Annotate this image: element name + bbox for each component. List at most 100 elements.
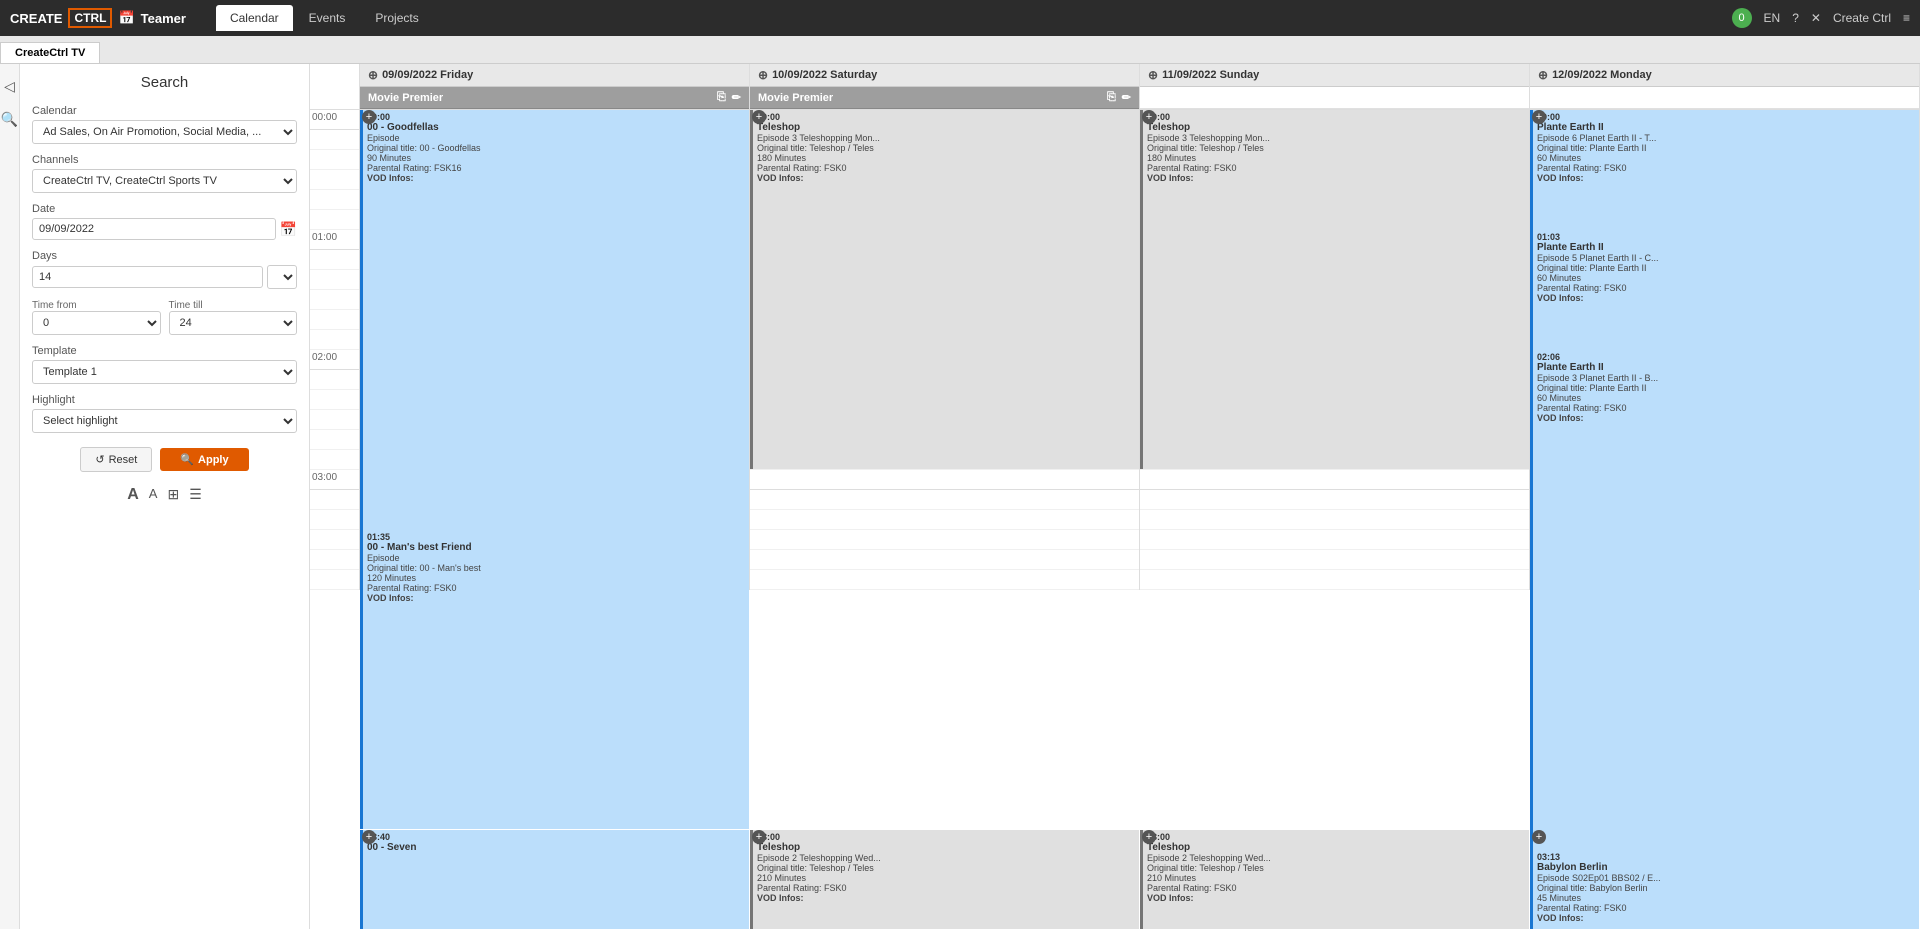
notification-badge[interactable]: 0 [1732, 8, 1752, 28]
banner-copy-icon-sat[interactable]: ⎘ [1107, 91, 1116, 104]
event-type: Episode [367, 133, 745, 143]
time-slot [310, 130, 359, 150]
calendar-event[interactable]: 02:06Plante Earth IIEpisode 3 Planet Ear… [1530, 350, 1919, 469]
time-slot [310, 570, 359, 590]
event-orig: Original title: Plante Earth II [1537, 143, 1915, 153]
menu-icon[interactable]: ≡ [1903, 11, 1910, 25]
calendar-date-icon[interactable]: 📅 [280, 221, 297, 238]
reset-button[interactable]: ↺ Reset [80, 447, 152, 472]
event-vod: VOD Infos: [1537, 913, 1915, 923]
time-till-select[interactable]: 24 [169, 311, 298, 335]
add-program-icon[interactable]: + [1142, 830, 1156, 844]
event-vod: VOD Infos: [367, 173, 745, 183]
calendar-event[interactable]: 01:03Plante Earth IIEpisode 5 Planet Ear… [1530, 230, 1919, 349]
sidebar-title: Search [32, 74, 297, 91]
days-input[interactable] [32, 266, 263, 288]
day-col-sunday: ⊕ 11/09/2022 Sunday [1140, 64, 1530, 109]
top-nav: CREATE CTRL 📅 Teamer Calendar Events Pro… [0, 0, 1920, 36]
template-select[interactable]: Template 1 [32, 360, 297, 384]
calendar-event[interactable]: 00:00TeleshopEpisode 3 Teleshopping Mon.… [750, 110, 1139, 469]
add-event-saturday[interactable]: ⊕ [758, 68, 768, 82]
day-col-friday: ⊕ 09/09/2022 Friday Movie Premier ⎘ ✏ [360, 64, 750, 109]
add-program-icon[interactable]: + [362, 830, 376, 844]
list-view-icon[interactable]: ☰ [189, 486, 202, 504]
font-small-icon[interactable]: A [149, 486, 158, 504]
add-program-icon[interactable]: + [1532, 830, 1546, 844]
help-icon[interactable]: ? [1792, 11, 1799, 25]
date-input[interactable] [32, 218, 276, 240]
time-slot [310, 270, 359, 290]
time-from-select[interactable]: 0 [32, 311, 161, 335]
grid-view-icon[interactable]: ⊞ [167, 486, 179, 504]
add-event-monday[interactable]: ⊕ [1538, 68, 1548, 82]
event-orig: Original title: Teleshop / Teles [757, 863, 1135, 873]
calendar-event[interactable]: 03:13Babylon BerlinEpisode S02Ep01 BBS02… [1530, 850, 1919, 929]
close-icon[interactable]: ✕ [1811, 11, 1821, 25]
time-slot [310, 310, 359, 330]
channel-tabs: CreateCtrl TV [0, 36, 1920, 64]
slot-row [750, 550, 1139, 570]
font-large-icon[interactable]: A [127, 486, 139, 504]
channels-select[interactable]: CreateCtrl TV, CreateCtrl Sports TV [32, 169, 297, 193]
banner-friday: Movie Premier ⎘ ✏ [360, 87, 749, 109]
event-title: Plante Earth II [1537, 242, 1915, 253]
search-icon[interactable]: 🔍 [0, 107, 22, 132]
user-menu[interactable]: Create Ctrl [1833, 11, 1891, 25]
add-event-sunday[interactable]: ⊕ [1148, 68, 1158, 82]
event-rating: Parental Rating: FSK0 [1147, 883, 1525, 893]
slot-row [750, 570, 1139, 590]
event-orig: Original title: Plante Earth II [1537, 383, 1915, 393]
day-grid-col-0: 00:0000 - GoodfellasEpisodeOriginal titl… [360, 110, 750, 590]
date-section: Date 📅 [32, 203, 297, 240]
banner-edit-icon[interactable]: ✏ [732, 91, 741, 104]
calendar-event[interactable]: 03:00TeleshopEpisode 2 Teleshopping Wed.… [1140, 830, 1529, 929]
calendar-event[interactable]: 01:3500 - Man's best FriendEpisodeOrigin… [360, 530, 749, 829]
collapse-icon[interactable]: ◁ [0, 74, 19, 99]
add-program-icon[interactable]: + [1142, 110, 1156, 124]
lang-selector[interactable]: EN [1764, 11, 1781, 25]
add-program-icon[interactable]: + [362, 110, 376, 124]
event-vod: VOD Infos: [1147, 173, 1525, 183]
add-program-icon[interactable]: + [1532, 110, 1546, 124]
event-duration: 180 Minutes [757, 153, 1135, 163]
day-header-monday: ⊕ 12/09/2022 Monday [1530, 64, 1919, 87]
time-slot: 01:00 [310, 230, 359, 250]
tab-events[interactable]: Events [295, 5, 360, 31]
event-type: Episode 2 Teleshopping Wed... [1147, 853, 1525, 863]
event-time: 03:13 [1537, 852, 1915, 862]
event-orig: Original title: Teleshop / Teles [1147, 863, 1525, 873]
event-duration: 60 Minutes [1537, 393, 1915, 403]
calendar-select[interactable]: Ad Sales, On Air Promotion, Social Media… [32, 120, 297, 144]
slot-row [750, 470, 1139, 490]
event-rating: Parental Rating: FSK0 [1147, 163, 1525, 173]
event-type: Episode 2 Teleshopping Wed... [757, 853, 1135, 863]
time-slot [310, 510, 359, 530]
event-type: Episode 6 Planet Earth II - T... [1537, 133, 1915, 143]
event-orig: Original title: Plante Earth II [1537, 263, 1915, 273]
add-program-icon[interactable]: + [752, 110, 766, 124]
tab-calendar[interactable]: Calendar [216, 5, 293, 31]
add-event-friday[interactable]: ⊕ [368, 68, 378, 82]
time-slot [310, 450, 359, 470]
banner-copy-icon[interactable]: ⎘ [717, 91, 726, 104]
event-rating: Parental Rating: FSK16 [367, 163, 745, 173]
calendar-event[interactable]: 00:00TeleshopEpisode 3 Teleshopping Mon.… [1140, 110, 1529, 469]
event-type: Episode 3 Teleshopping Mon... [757, 133, 1135, 143]
tab-projects[interactable]: Projects [361, 5, 432, 31]
event-time: 02:06 [1537, 352, 1915, 362]
event-orig: Original title: Teleshop / Teles [757, 143, 1135, 153]
add-program-icon[interactable]: + [752, 830, 766, 844]
days-select[interactable] [267, 265, 297, 289]
event-time: 03:00 [1147, 832, 1525, 842]
apply-button[interactable]: 🔍 Apply [160, 448, 248, 471]
channel-tab-createctrl-tv[interactable]: CreateCtrl TV [0, 42, 100, 63]
calendar-icon: 📅 [118, 10, 134, 26]
day-header-friday: ⊕ 09/09/2022 Friday [360, 64, 749, 87]
calendar-event[interactable]: 03:4000 - Seven [360, 830, 749, 929]
event-time: 01:35 [367, 532, 745, 542]
event-type: Episode 3 Teleshopping Mon... [1147, 133, 1525, 143]
time-slot [310, 490, 359, 510]
calendar-event[interactable]: 03:00TeleshopEpisode 2 Teleshopping Wed.… [750, 830, 1139, 929]
highlight-select[interactable]: Select highlight [32, 409, 297, 433]
banner-edit-icon-sat[interactable]: ✏ [1122, 91, 1131, 104]
